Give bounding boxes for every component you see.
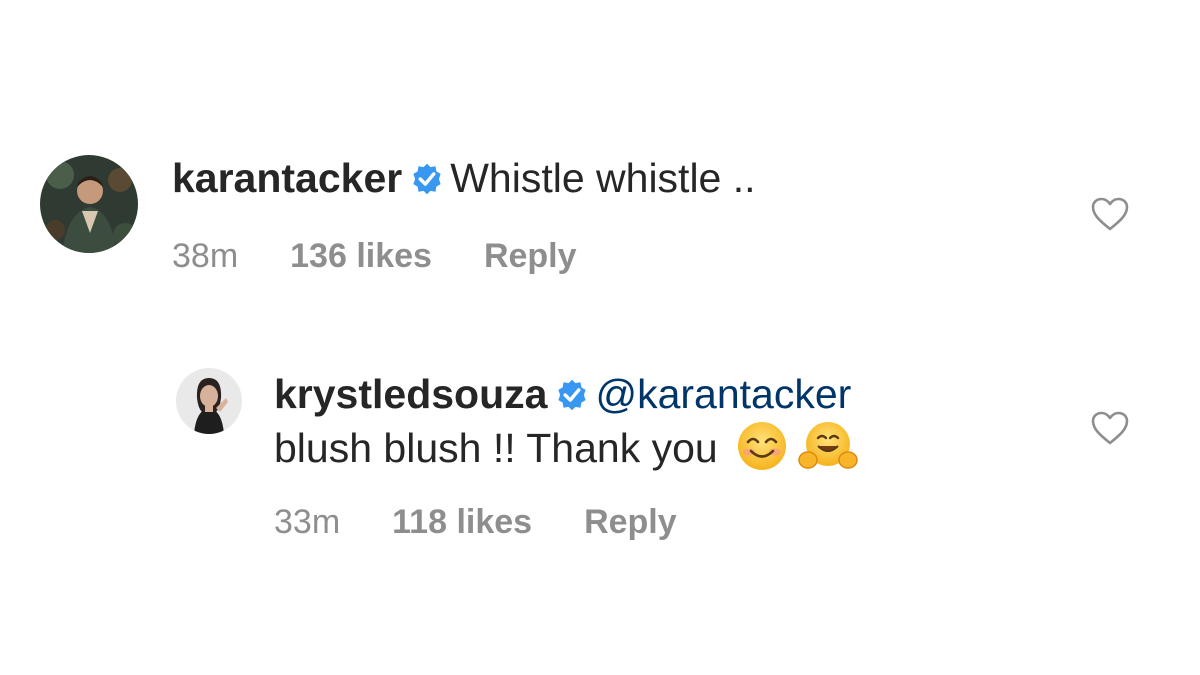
avatar-image (176, 368, 242, 434)
verified-badge-icon (410, 158, 444, 206)
comment-line: krystledsouza @karantacker (274, 370, 851, 422)
comment-text: Whistle whistle .. (450, 155, 756, 201)
username-link[interactable]: karantacker (172, 155, 402, 201)
avatar-krystledsouza[interactable] (176, 368, 242, 434)
smiling-face-emoji-icon (736, 420, 788, 482)
like-heart-icon[interactable] (1090, 410, 1130, 446)
comment-karantacker: karantacker Whistle whistle .. 38m 136 lik… (0, 0, 1200, 300)
comment-line: karantacker Whistle whistle .. (172, 154, 756, 206)
comment-krystledsouza: krystledsouza @karantacker blush blush !!… (0, 300, 1200, 600)
comments-panel: karantacker Whistle whistle .. 38m 136 lik… (0, 0, 1200, 675)
username-link[interactable]: krystledsouza (274, 371, 547, 417)
reply-button[interactable]: Reply (484, 237, 577, 275)
comment-time[interactable]: 38m (172, 237, 238, 275)
comment-meta: 33m 118 likes Reply (274, 502, 729, 542)
comment-text-line: blush blush !! Thank you (274, 420, 858, 482)
avatar-image (40, 155, 138, 253)
comment-meta: 38m 136 likes Reply (172, 236, 629, 276)
likes-count-button[interactable]: 118 likes (392, 503, 532, 541)
comment-text: blush blush !! Thank you (274, 425, 718, 471)
like-heart-icon[interactable] (1090, 196, 1130, 232)
comment-time[interactable]: 33m (274, 503, 340, 541)
hugging-face-emoji-icon (797, 420, 858, 482)
verified-badge-icon (555, 374, 589, 422)
mention-link[interactable]: @karantacker (595, 371, 851, 417)
avatar-karantacker[interactable] (40, 155, 138, 253)
reply-button[interactable]: Reply (584, 503, 677, 541)
likes-count-button[interactable]: 136 likes (290, 237, 432, 275)
